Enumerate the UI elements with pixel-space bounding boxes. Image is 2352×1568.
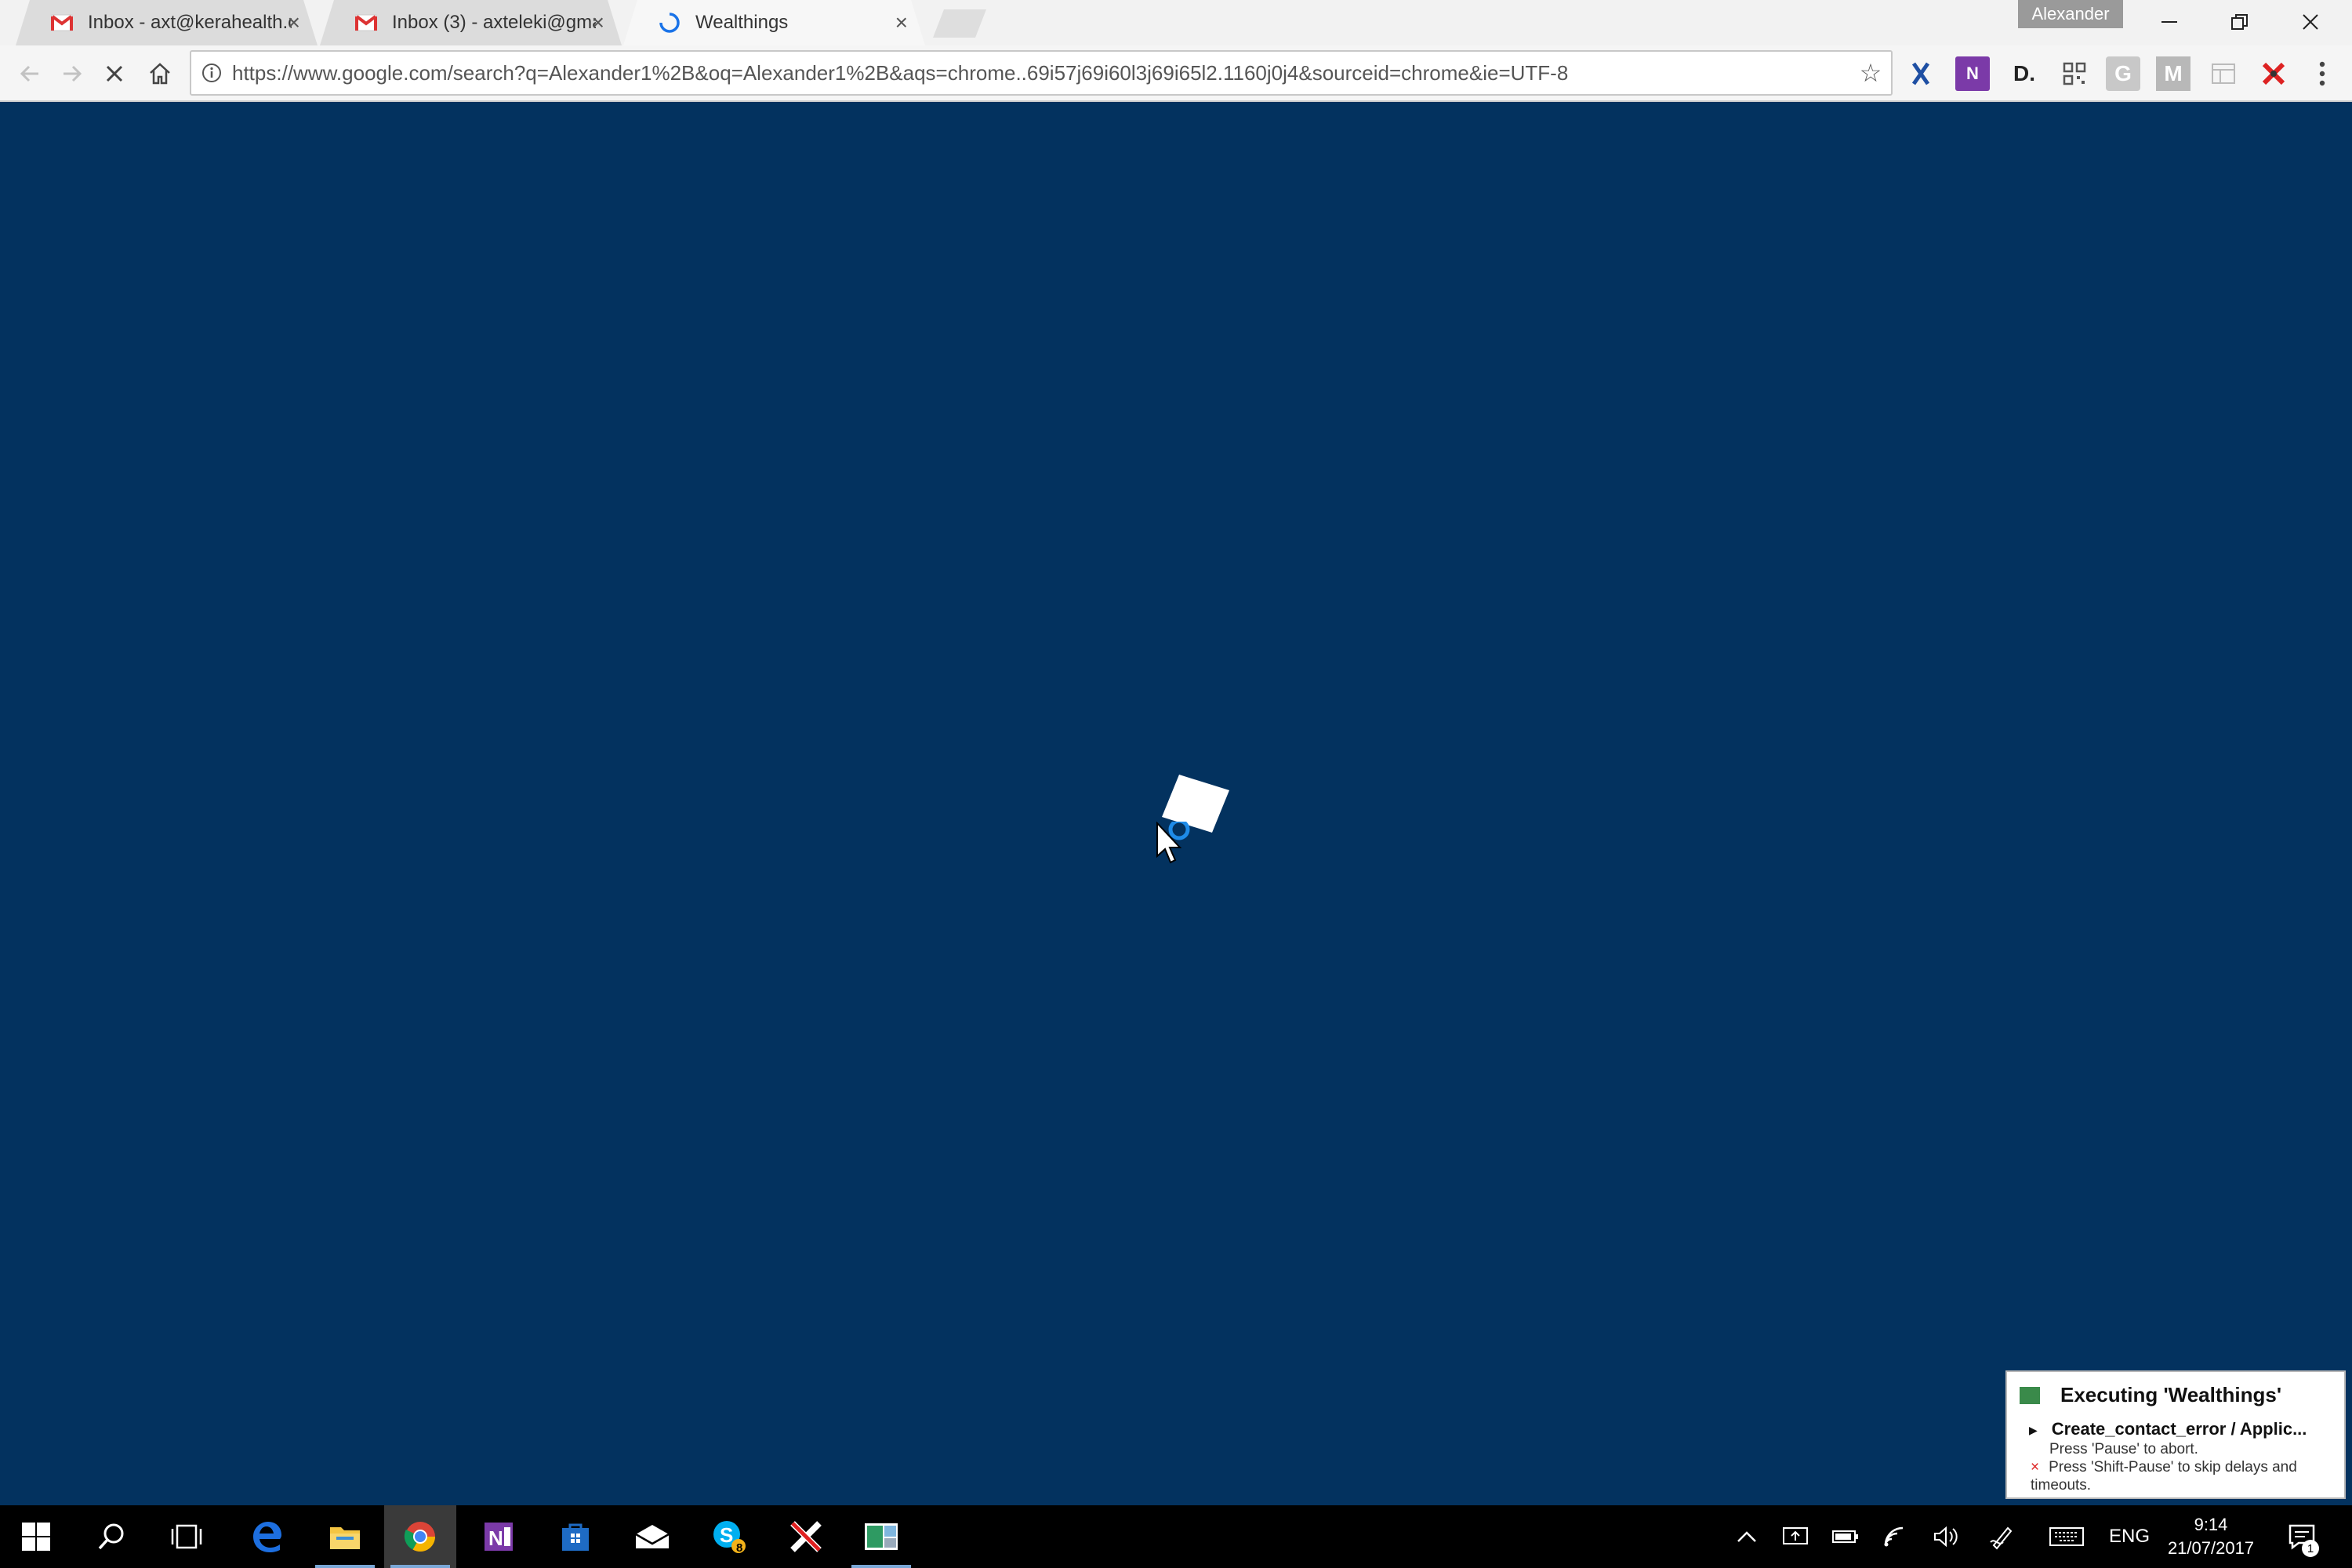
browser-menu-icon[interactable] [2305,56,2339,91]
tab-title: Inbox - axt@kerahealth.c [88,12,292,33]
windows-taskbar: N S 8 ENG 9:14 21/07/2017 1 [0,1505,2352,1568]
bookmark-star-icon[interactable]: ☆ [1850,58,1891,88]
skype-icon[interactable]: S 8 [693,1505,765,1568]
pause-hint: Press 'Pause' to abort. [2049,1441,2198,1457]
tab-title: Inbox (3) - axteleki@gma [392,12,596,33]
play-arrow-icon: ▶ [2029,1423,2038,1436]
tab-title: Wealthings [695,12,789,33]
current-step-text: Create_contact_error / Applic... [2051,1419,2307,1439]
task-view-icon[interactable] [151,1505,223,1568]
file-explorer-icon[interactable] [309,1505,381,1568]
display-icon[interactable] [1777,1505,1814,1568]
language-indicator[interactable]: ENG [2103,1505,2156,1568]
app-icon[interactable] [845,1505,917,1568]
tab-gmail-kerahealth[interactable]: Inbox - axt@kerahealth.c × [16,0,318,45]
windows-start-icon[interactable] [0,1505,72,1568]
battery-icon[interactable] [1827,1505,1864,1568]
clock-date: 21/07/2017 [2167,1538,2255,1558]
profile-button[interactable]: Alexander [2018,0,2123,28]
dashlane-icon[interactable]: D. [2007,56,2042,91]
mercury-icon[interactable]: M [2156,56,2190,91]
back-arrow-icon[interactable] [9,53,50,94]
url-text[interactable]: https://www.google.com/search?q=Alexande… [232,61,1850,85]
ext-x-icon[interactable] [1904,56,1938,91]
tool-icon[interactable] [770,1505,842,1568]
gmail-icon [50,11,74,34]
store-icon[interactable] [539,1505,612,1568]
qr-code-icon[interactable] [2057,56,2092,91]
chevron-up-icon[interactable] [1728,1505,1766,1568]
volume-icon[interactable] [1927,1505,1965,1568]
edge-icon[interactable] [230,1505,303,1568]
current-step: ▶ Create_contact_error / Applic... [2029,1419,2343,1439]
shift-pause-hint-text: Press 'Shift-Pause' to skip delays and t… [2031,1459,2297,1494]
tools-icon[interactable] [2256,56,2291,91]
clock-time: 9:14 [2194,1515,2228,1534]
minimize-icon[interactable] [2134,0,2205,44]
pen-workspace-icon[interactable] [1984,1505,2021,1568]
tab-wealthings[interactable]: Wealthings × [623,0,925,45]
home-icon[interactable] [140,53,180,94]
site-info-icon[interactable] [191,63,232,83]
forward-arrow-icon[interactable] [52,53,93,94]
window-close-icon[interactable] [2275,0,2346,44]
shift-pause-hint: × Press 'Shift-Pause' to skip delays and … [2031,1458,2336,1494]
address-bar[interactable]: https://www.google.com/search?q=Alexande… [190,50,1893,96]
reader-icon[interactable] [2206,56,2241,91]
execution-notification: Executing 'Wealthings' ▶ Create_contact_e… [2005,1370,2346,1499]
browser-toolbar: https://www.google.com/search?q=Alexande… [0,45,2352,102]
bullet-x-icon: × [2031,1459,2040,1475]
busy-cursor-icon [1154,818,1201,873]
loading-spinner-icon [658,11,681,34]
tab-close-icon[interactable]: × [288,12,300,34]
wifi-icon[interactable] [1877,1505,1915,1568]
tab-close-icon[interactable]: × [895,12,908,34]
tab-strip: Inbox - axt@kerahealth.c × Inbox (3) - a… [0,0,2352,45]
clock[interactable]: 9:14 21/07/2017 [2154,1505,2267,1568]
svg-text:N: N [488,1526,503,1550]
execution-title: Executing 'Wealthings' [2060,1383,2282,1406]
notification-count-badge: 1 [2302,1540,2319,1557]
tab-close-icon[interactable]: × [592,12,604,34]
stop-loading-icon[interactable] [94,53,135,94]
gmail-icon [354,11,378,34]
touch-keyboard-icon[interactable] [2043,1505,2090,1568]
skype-badge: 8 [736,1541,743,1555]
onenote-icon[interactable]: N [463,1505,535,1568]
mail-icon[interactable] [616,1505,688,1568]
tab-gmail-axteleki[interactable]: Inbox (3) - axteleki@gma × [320,0,622,45]
action-center-icon[interactable]: 1 [2278,1505,2325,1568]
chrome-icon[interactable] [384,1505,456,1568]
onenote-clipper-icon[interactable]: N [1955,56,1990,91]
search-icon[interactable] [75,1505,147,1568]
restore-icon[interactable] [2205,0,2275,44]
new-tab-button[interactable] [933,9,986,38]
grammarly-icon[interactable]: G [2106,56,2140,91]
svg-text:S: S [720,1523,733,1547]
macro-flag-icon [2020,1386,2040,1404]
